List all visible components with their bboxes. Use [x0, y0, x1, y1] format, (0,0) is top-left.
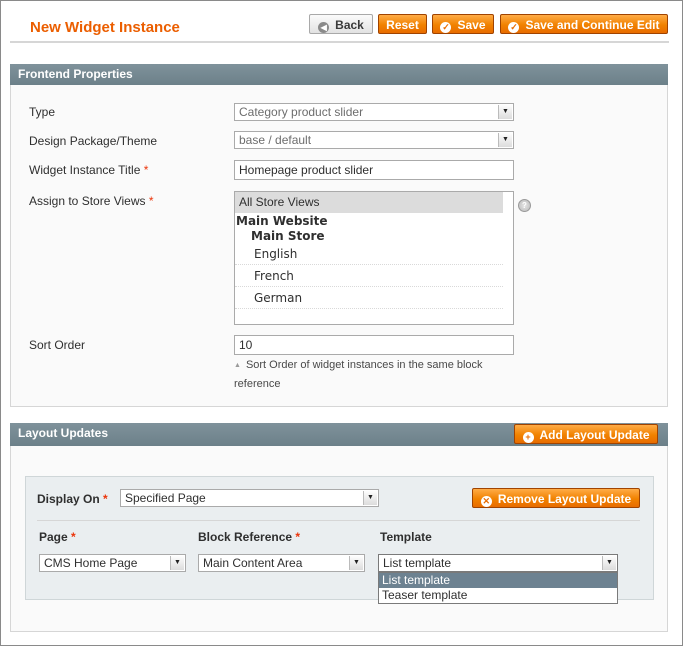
store-option-german[interactable]: German — [235, 287, 503, 309]
template-option-list[interactable]: List template — [379, 573, 617, 588]
close-icon: ✕ — [480, 496, 492, 507]
title-label-text: Widget Instance Title — [29, 163, 141, 177]
theme-select-value: base / default — [239, 133, 312, 147]
required-marker: * — [143, 163, 149, 177]
frontend-properties-header: Frontend Properties — [10, 64, 668, 85]
layout-divider — [37, 520, 640, 521]
required-marker: * — [71, 530, 76, 544]
select-arrow-icon: ▼ — [170, 556, 184, 570]
sort-order-note: ▲ Sort Order of widget instances in the s… — [234, 356, 514, 393]
add-layout-update-button[interactable]: + Add Layout Update — [514, 424, 658, 444]
remove-layout-update-button[interactable]: ✕ Remove Layout Update — [472, 488, 640, 508]
save-continue-button[interactable]: ✓ Save and Continue Edit — [500, 14, 668, 34]
note-triangle-icon: ▲ — [234, 362, 241, 369]
display-on-label: Display On * — [37, 492, 108, 506]
type-label: Type — [29, 105, 56, 119]
template-option-teaser[interactable]: Teaser template — [379, 588, 617, 603]
page-label: Page * — [39, 530, 76, 544]
check-icon: ✓ — [508, 22, 520, 33]
sort-order-input[interactable]: 10 — [234, 335, 514, 355]
title-label: Widget Instance Title * — [29, 163, 148, 177]
display-on-label-text: Display On — [37, 492, 100, 506]
select-arrow-icon: ▼ — [363, 491, 377, 505]
template-dropdown-list[interactable]: List template Teaser template — [378, 572, 618, 604]
save-button[interactable]: ✓ Save — [432, 14, 494, 34]
block-reference-label-text: Block Reference — [198, 530, 293, 544]
remove-layout-update-label: Remove Layout Update — [497, 492, 632, 506]
store-option-english[interactable]: English — [235, 243, 503, 265]
store-views-listbox[interactable]: All Store Views Main Website Main Store … — [234, 191, 514, 325]
page-label-text: Page — [39, 530, 68, 544]
page-title: New Widget Instance — [30, 19, 180, 36]
sort-order-note-text: Sort Order of widget instances in the sa… — [234, 359, 483, 390]
save-continue-label: Save and Continue Edit — [525, 18, 660, 32]
template-select[interactable]: List template ▼ — [378, 554, 618, 572]
type-select-value: Category product slider — [239, 105, 364, 119]
store-views-label-text: Assign to Store Views — [29, 194, 146, 208]
template-label: Template — [380, 530, 432, 544]
select-arrow-icon: ▼ — [498, 105, 512, 119]
select-arrow-icon: ▼ — [602, 556, 616, 570]
display-on-select[interactable]: Specified Page ▼ — [120, 489, 379, 507]
save-button-label: Save — [457, 18, 486, 32]
type-select[interactable]: Category product slider ▼ — [234, 103, 514, 121]
reset-button[interactable]: Reset — [378, 14, 427, 34]
page-select-value: CMS Home Page — [44, 556, 138, 570]
check-icon: ✓ — [440, 22, 452, 33]
back-button-label: Back — [335, 18, 364, 32]
theme-select[interactable]: base / default ▼ — [234, 131, 514, 149]
add-layout-update-label: Add Layout Update — [539, 428, 650, 442]
plus-icon: + — [522, 432, 534, 443]
select-arrow-icon: ▼ — [349, 556, 363, 570]
required-marker: * — [295, 530, 301, 544]
sort-order-label: Sort Order — [29, 338, 86, 352]
block-reference-value: Main Content Area — [203, 556, 303, 570]
required-marker: * — [148, 194, 154, 208]
display-on-value: Specified Page — [125, 491, 206, 505]
header-divider — [10, 41, 669, 43]
back-button[interactable]: ◀ Back — [309, 14, 373, 34]
theme-label: Design Package/Theme — [29, 134, 158, 148]
widget-title-input[interactable]: Homepage product slider — [234, 160, 514, 180]
store-option-french[interactable]: French — [235, 265, 503, 287]
template-select-value: List template — [383, 556, 452, 570]
help-icon[interactable]: ? — [518, 199, 531, 212]
select-arrow-icon: ▼ — [498, 133, 512, 147]
block-reference-label: Block Reference * — [198, 530, 300, 544]
block-reference-select[interactable]: Main Content Area ▼ — [198, 554, 365, 572]
page-select[interactable]: CMS Home Page ▼ — [39, 554, 186, 572]
required-marker: * — [103, 492, 108, 506]
store-views-label: Assign to Store Views * — [29, 194, 154, 208]
back-arrow-icon: ◀ — [318, 22, 330, 33]
